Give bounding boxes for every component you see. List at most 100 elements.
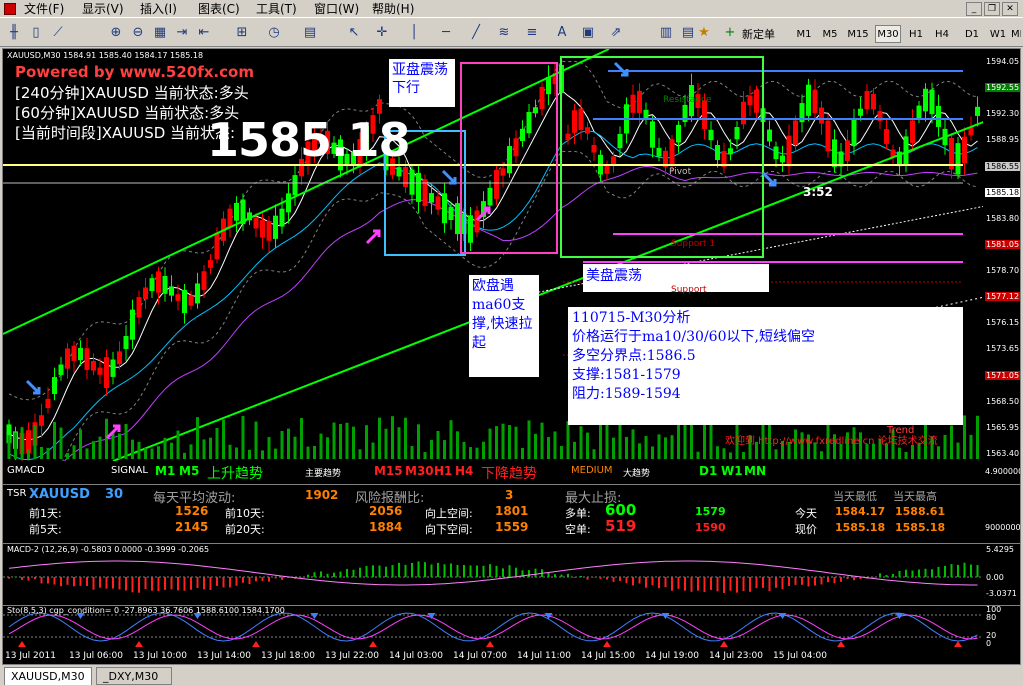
timeframe-m5[interactable]: M5	[819, 25, 841, 43]
candle-body	[110, 359, 116, 377]
menu-tools[interactable]: 工具(T)	[256, 0, 297, 18]
vertical-line-icon[interactable]: │	[404, 23, 424, 43]
menu-file[interactable]: 文件(F)	[24, 0, 64, 18]
candle-body	[513, 138, 519, 157]
trendline-icon[interactable]: ╱	[466, 23, 486, 43]
macd-bar	[677, 577, 680, 589]
candle-body	[507, 146, 512, 174]
timeframe-mn[interactable]: MN	[1010, 25, 1022, 43]
down-space-value: 1559	[495, 520, 529, 534]
macd-header: MACD-2 (12,26,9) -0.5803 0.0000 -0.3999 …	[7, 545, 210, 554]
time-axis-label: 14 Jul 23:00	[709, 651, 763, 661]
line-chart-icon[interactable]: ⟋	[48, 23, 68, 43]
horizontal-line-icon[interactable]: ─	[436, 23, 456, 43]
zoom-in-icon[interactable]: ⊕	[106, 23, 126, 43]
menu-view[interactable]: 显示(V)	[82, 0, 124, 18]
candle-body	[793, 120, 798, 145]
volume-bar	[397, 427, 401, 459]
text-icon[interactable]: A	[552, 23, 572, 43]
macd-bar	[385, 566, 387, 577]
timeframe-d1[interactable]: D1	[961, 25, 983, 43]
short-value: 519	[605, 517, 637, 535]
macd-bar	[606, 577, 608, 580]
periods-icon[interactable]: ◷	[264, 23, 284, 43]
favorites-icon[interactable]: ★	[694, 23, 714, 43]
close-icon[interactable]: ✕	[1002, 2, 1018, 16]
timeframe-m15[interactable]: M15	[845, 25, 871, 43]
autoscroll-icon[interactable]: ⇥	[172, 23, 192, 43]
strip-right-value: 4.9000000	[985, 467, 1020, 476]
candle-body	[123, 335, 129, 350]
timeframe-h4[interactable]: H4	[931, 25, 953, 43]
volume-bar	[488, 428, 492, 459]
macd-bar	[138, 577, 140, 593]
status-current: [当前时间段]XAUUSD 当前状态:	[15, 124, 236, 142]
templates-icon[interactable]: ▤	[300, 23, 320, 43]
tile-windows-icon[interactable]: ▦	[150, 23, 170, 43]
volume-bar	[358, 449, 362, 459]
tsr-symbol: XAUUSD	[29, 487, 90, 502]
volume-bar	[326, 437, 329, 459]
menu-chart[interactable]: 图表(C)	[198, 0, 240, 18]
volume-bar	[300, 418, 303, 459]
prev20-label: 前20天:	[225, 523, 265, 536]
timeframe-w1[interactable]: W1	[987, 25, 1009, 43]
sto-arrow-icon	[135, 641, 143, 647]
timeframe-h1[interactable]: H1	[905, 25, 927, 43]
macd-bar	[671, 577, 673, 591]
price-scale-label: 1563.40	[986, 449, 1020, 458]
candle-body	[136, 297, 142, 318]
chart-window[interactable]: XAUUSD,M30 1584.91 1585.40 1584.17 1585.…	[2, 48, 1021, 665]
volume-bar	[625, 436, 628, 459]
macd-bar	[736, 577, 738, 593]
menu-window[interactable]: 窗口(W)	[314, 0, 359, 18]
macd-bar	[476, 565, 478, 577]
indicators-icon[interactable]: ⊞	[232, 23, 252, 43]
volume-bar	[202, 439, 206, 459]
channel-icon[interactable]: ≋	[494, 23, 514, 43]
fibonacci-icon[interactable]: ≡	[522, 23, 542, 43]
macd-bar	[723, 577, 725, 593]
macd-bar	[833, 577, 836, 584]
candlestick-icon[interactable]: ▯	[26, 23, 46, 43]
stochastic-pane[interactable]: Sto(8,5,3) cgp_condition= 0 -27.8963 36.…	[3, 605, 1020, 649]
macd-bar	[274, 577, 277, 579]
tsr-info-panel: TSR XAUUSD 30 每天平均波动: 1902 风险报酬比: 3 最大止损…	[3, 485, 1020, 543]
macd-bar	[937, 566, 940, 577]
macd-bar	[599, 577, 602, 579]
candle-body	[195, 283, 200, 304]
signal-arrow-icon	[25, 379, 41, 395]
sto-arrow-icon	[369, 641, 377, 647]
label-icon[interactable]: ▣	[578, 23, 598, 43]
candle-body	[169, 286, 174, 296]
timeframe-m1[interactable]: M1	[793, 25, 815, 43]
cursor-icon[interactable]: ↖	[344, 23, 364, 43]
timeframe-m30[interactable]: M30	[875, 25, 901, 43]
new-order-button[interactable]: 新定单	[742, 26, 775, 42]
macd-bar	[749, 577, 751, 592]
arrows-icon[interactable]: ⇗	[606, 23, 626, 43]
menu-help[interactable]: 帮助(H)	[372, 0, 414, 18]
bar-chart-icon[interactable]: ╫	[4, 23, 24, 43]
macd-bar	[417, 561, 420, 577]
macd-bar	[931, 569, 933, 577]
tab-dxy[interactable]: _DXY,M30	[96, 667, 172, 685]
candle-body	[500, 168, 506, 176]
tab-xauusd[interactable]: XAUUSD,M30	[4, 667, 92, 685]
chart-shift-icon[interactable]: ⇤	[194, 23, 214, 43]
restore-icon[interactable]: ❐	[984, 2, 1000, 16]
market-watch-icon[interactable]: ▥	[656, 23, 676, 43]
candle-body	[234, 202, 239, 221]
macd-bar	[905, 569, 907, 577]
menu-insert[interactable]: 插入(I)	[140, 0, 177, 18]
new-order-icon[interactable]: +	[720, 23, 740, 43]
minimize-icon[interactable]: _	[966, 2, 982, 16]
zoom-out-icon[interactable]: ⊖	[128, 23, 148, 43]
macd-pane[interactable]: MACD-2 (12,26,9) -0.5803 0.0000 -0.3999 …	[3, 543, 1020, 605]
macd-bar	[658, 577, 660, 589]
macd-bar	[547, 572, 550, 577]
app-icon[interactable]	[4, 3, 16, 15]
candle-body	[910, 120, 915, 143]
crosshair-icon[interactable]: ✛	[372, 23, 392, 43]
candle-body	[747, 95, 753, 106]
